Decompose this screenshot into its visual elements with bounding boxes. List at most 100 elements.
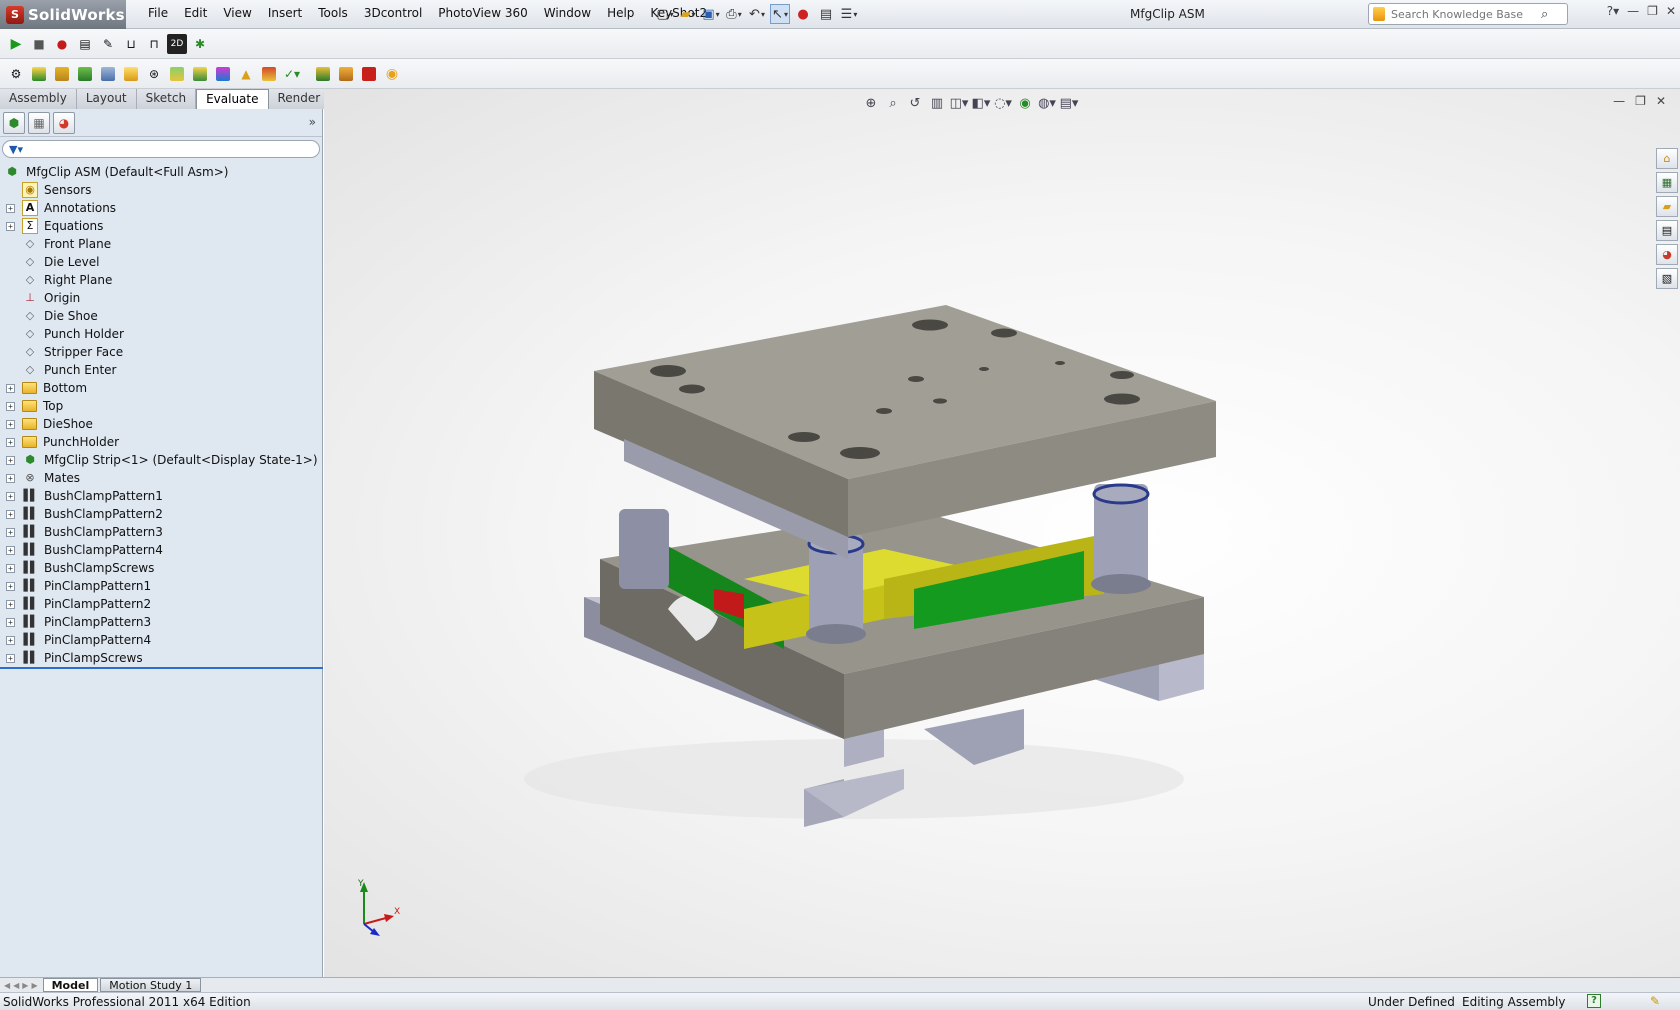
tab-model[interactable]: Model <box>42 978 99 992</box>
menu-file[interactable]: File <box>140 6 176 20</box>
expand-panel-icon[interactable]: » <box>309 115 316 129</box>
apply-scene-icon[interactable]: ◍▾ <box>1038 94 1056 112</box>
expand-toggle-icon[interactable]: + <box>6 618 15 627</box>
section-view-icon[interactable]: ▥ <box>928 94 946 112</box>
search-input[interactable] <box>1391 7 1541 21</box>
assembly-features-icon[interactable]: ⊛ <box>144 64 164 84</box>
tree-item[interactable]: + ▌▌ PinClampPattern3 <box>0 613 322 631</box>
options-gear-icon[interactable]: ⚙ <box>6 64 26 84</box>
tab-layout[interactable]: Layout <box>76 89 137 109</box>
expand-toggle-icon[interactable]: + <box>6 564 15 573</box>
undo-icon[interactable]: ↶ <box>747 4 767 24</box>
filter-icon[interactable]: ▼▾ <box>9 143 23 156</box>
previous-view-icon[interactable]: ↺ <box>906 94 924 112</box>
expand-toggle-icon[interactable]: + <box>6 222 15 231</box>
new-document-icon[interactable]: ▢ <box>655 4 675 24</box>
tree-item[interactable]: + ▌▌ PinClampScrews <box>0 649 322 667</box>
expand-toggle-icon[interactable]: + <box>6 204 15 213</box>
tab-sketch[interactable]: Sketch <box>136 89 197 109</box>
minimize-icon[interactable]: — <box>1627 4 1639 18</box>
expand-toggle-icon[interactable]: + <box>6 600 15 609</box>
tree-item[interactable]: ◇ Die Level <box>0 253 322 271</box>
expand-toggle-icon[interactable]: + <box>6 492 15 501</box>
close-icon[interactable]: ✕ <box>1666 4 1676 18</box>
menu-tools[interactable]: Tools <box>310 6 356 20</box>
viewport-minimize-icon[interactable]: — <box>1613 94 1625 108</box>
tree-root-assembly[interactable]: ⬢ MfgClip ASM (Default<Full Asm>) <box>0 163 322 181</box>
viewport-restore-icon[interactable]: ❐ <box>1635 94 1646 108</box>
expand-toggle-icon[interactable]: + <box>6 636 15 645</box>
red-square-icon[interactable] <box>359 64 379 84</box>
tab-evaluate[interactable]: Evaluate <box>196 89 269 110</box>
2d-icon[interactable]: 2D <box>167 33 187 54</box>
large-assembly-icon[interactable] <box>336 64 356 84</box>
expand-toggle-icon[interactable]: + <box>6 402 15 411</box>
tab-motion-study-1[interactable]: Motion Study 1 <box>100 978 202 992</box>
units-icon[interactable]: ⊔ <box>121 34 141 54</box>
tree-item[interactable]: + A Annotations <box>0 199 322 217</box>
expand-toggle-icon[interactable]: + <box>6 546 15 555</box>
tree-item[interactable]: ◇ Front Plane <box>0 235 322 253</box>
solidworks-resources-home-icon[interactable]: ⌂ <box>1656 148 1678 169</box>
save-icon[interactable]: ▣ <box>701 4 721 24</box>
tree-item[interactable]: + PunchHolder <box>0 433 322 451</box>
custom-properties-icon[interactable]: ▧ <box>1656 268 1678 289</box>
tree-item[interactable]: + ▌▌ PinClampPattern2 <box>0 595 322 613</box>
tree-item[interactable]: ◇ Stripper Face <box>0 343 322 361</box>
stop-macro-icon[interactable]: ■ <box>29 34 49 54</box>
menu-window[interactable]: Window <box>536 6 599 20</box>
design-library-icon[interactable]: ▦ <box>1656 172 1678 193</box>
select-pointer-icon[interactable]: ↖ <box>770 4 790 24</box>
sketch-pen-icon[interactable]: ✎ <box>1650 994 1660 1008</box>
interference-detection-icon[interactable] <box>259 64 279 84</box>
viewport-close-icon[interactable]: ✕ <box>1656 94 1666 108</box>
expand-toggle-icon[interactable]: + <box>6 456 15 465</box>
tab-scroll-arrows-icon[interactable]: ◀◀▶▶ <box>4 981 41 990</box>
property-manager-tab-icon[interactable]: ▦ <box>28 111 50 134</box>
dimension-icon[interactable]: ⊓ <box>144 34 164 54</box>
expand-toggle-icon[interactable]: + <box>6 384 15 393</box>
search-icon[interactable]: ⌕ <box>1541 7 1548 22</box>
menu-view[interactable]: View <box>215 6 259 20</box>
rebuild-traffic-light-icon[interactable]: ● <box>793 4 813 24</box>
tree-item[interactable]: + ⊗ Mates <box>0 469 322 487</box>
tab-assembly[interactable]: Assembly <box>0 89 77 109</box>
expand-toggle-icon[interactable]: + <box>6 528 15 537</box>
file-explorer-icon[interactable]: ▰ <box>1656 196 1678 217</box>
tree-item[interactable]: + Σ Equations <box>0 217 322 235</box>
zoom-to-fit-icon[interactable]: ⊕ <box>862 94 880 112</box>
mate-icon[interactable] <box>52 64 72 84</box>
tree-item[interactable]: + ▌▌ BushClampPattern4 <box>0 541 322 559</box>
zoom-to-area-icon[interactable]: ⌕ <box>884 94 902 112</box>
tree-item[interactable]: + ▌▌ PinClampPattern1 <box>0 577 322 595</box>
expand-toggle-icon[interactable]: + <box>6 420 15 429</box>
tree-item[interactable]: ⊥ Origin <box>0 289 322 307</box>
tree-item[interactable]: + ▌▌ BushClampScrews <box>0 559 322 577</box>
instant3d-icon[interactable] <box>313 64 333 84</box>
tree-filter[interactable]: ▼▾ <box>2 140 320 158</box>
tree-item[interactable]: + Bottom <box>0 379 322 397</box>
reference-geometry-icon[interactable] <box>167 64 187 84</box>
die-set-model[interactable] <box>324 89 1680 977</box>
tree-item[interactable]: + ▌▌ BushClampPattern1 <box>0 487 322 505</box>
tree-item[interactable]: ◇ Punch Enter <box>0 361 322 379</box>
tree-item[interactable]: ◇ Right Plane <box>0 271 322 289</box>
tree-item[interactable]: + Top <box>0 397 322 415</box>
exploded-view-icon[interactable]: ▲ <box>236 64 256 84</box>
restore-icon[interactable]: ❐ <box>1647 4 1658 18</box>
print-icon[interactable]: ⎙ <box>724 4 744 24</box>
insert-components-icon[interactable] <box>29 64 49 84</box>
view-settings-icon[interactable]: ▤▾ <box>1060 94 1079 112</box>
component-pattern-icon[interactable] <box>75 64 95 84</box>
search-box[interactable]: ⌕ <box>1368 3 1568 25</box>
menu-3dcontrol[interactable]: 3Dcontrol <box>356 6 430 20</box>
move-component-icon[interactable] <box>98 64 118 84</box>
edit-macro-icon[interactable]: ✎ <box>98 34 118 54</box>
edit-appearance-icon[interactable]: ◉ <box>1016 94 1034 112</box>
expand-toggle-icon[interactable]: + <box>6 438 15 447</box>
quick-tips-help-icon[interactable]: ? <box>1587 994 1601 1008</box>
tree-item[interactable]: + DieShoe <box>0 415 322 433</box>
tree-item[interactable]: + ▌▌ BushClampPattern3 <box>0 523 322 541</box>
custom-macro-icon[interactable]: ✱ <box>190 34 210 54</box>
expand-toggle-icon[interactable]: + <box>6 474 15 483</box>
